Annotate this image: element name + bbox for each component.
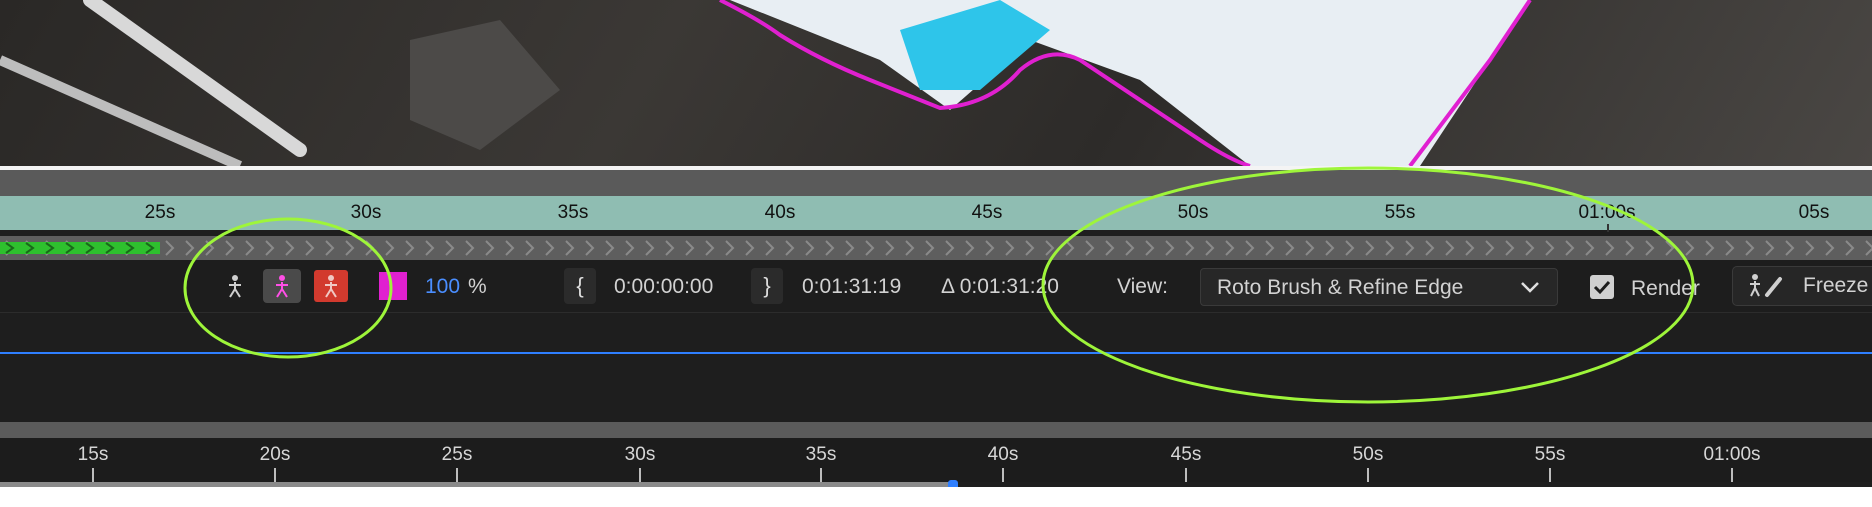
ruler-label: 55s: [1534, 444, 1566, 465]
bottom-time-ruler[interactable]: 15s 20s 25s 30s 35s 40s 45s 50s 55s 01:0…: [0, 438, 1872, 482]
opacity-unit: %: [468, 275, 487, 298]
out-point-time: 0:01:31:19: [802, 275, 902, 298]
freeze-button[interactable]: Freeze: [1732, 266, 1872, 306]
duration-time: Δ 0:01:31:20: [941, 275, 1059, 298]
propagate-active-icon[interactable]: [263, 269, 301, 303]
propagate-backward-icon[interactable]: [314, 270, 348, 302]
ruler-label: 05s: [1798, 202, 1830, 223]
ruler-label: 50s: [1177, 202, 1209, 223]
view-label: View:: [1117, 275, 1168, 298]
check-icon: [1593, 280, 1611, 295]
ruler-label: 40s: [987, 444, 1019, 465]
ruler-label: 15s: [77, 444, 109, 465]
ruler-label: 01:00s: [1578, 202, 1636, 223]
panel-header-bar: [0, 170, 1872, 196]
chevron-down-icon: [1521, 282, 1539, 293]
ruler-ticks: [92, 468, 1733, 482]
ruler-label: 25s: [144, 202, 176, 223]
set-out-point-button[interactable]: }: [751, 268, 783, 304]
render-label: Render: [1631, 277, 1700, 300]
ruler-label: 25s: [441, 444, 473, 465]
ruler-label: 30s: [624, 444, 656, 465]
matte-color-swatch[interactable]: [379, 272, 407, 300]
ruler-label: 35s: [805, 444, 837, 465]
track-line: [0, 352, 1872, 354]
freeze-label: Freeze: [1803, 274, 1869, 297]
playhead-handle[interactable]: [948, 480, 958, 487]
view-dropdown-value: Roto Brush & Refine Edge: [1217, 276, 1464, 299]
ruler-label: 40s: [764, 202, 796, 223]
view-dropdown[interactable]: Roto Brush & Refine Edge: [1200, 268, 1558, 306]
ruler-label: 30s: [350, 202, 382, 223]
propagation-bar: [0, 236, 1872, 260]
ruler-label: 45s: [971, 202, 1003, 223]
ruler-label: 55s: [1384, 202, 1416, 223]
ruler-label: 20s: [259, 444, 291, 465]
top-time-ruler[interactable]: 25s 30s 35s 40s 45s 50s 55s 01:00s 05s: [0, 196, 1872, 232]
out-point-icon: }: [763, 273, 771, 298]
in-point-icon: {: [576, 273, 584, 298]
composition-viewer[interactable]: [0, 0, 1872, 166]
ruler-label: 50s: [1352, 444, 1384, 465]
ruler-label: 45s: [1170, 444, 1202, 465]
opacity-value[interactable]: 100: [425, 275, 460, 299]
panel-divider: [0, 422, 1872, 438]
video-frame-image: [0, 0, 1532, 166]
propagate-forward-icon[interactable]: [220, 271, 250, 301]
freeze-brush-icon: [1750, 274, 1782, 297]
ruler-tick: [1607, 224, 1609, 232]
ruler-label: 35s: [557, 202, 589, 223]
ruler-label: 01:00s: [1703, 444, 1761, 465]
in-point-time: 0:00:00:00: [614, 275, 714, 298]
render-checkbox[interactable]: [1590, 275, 1614, 299]
set-in-point-button[interactable]: {: [564, 268, 596, 304]
work-area-bar[interactable]: [0, 482, 953, 487]
